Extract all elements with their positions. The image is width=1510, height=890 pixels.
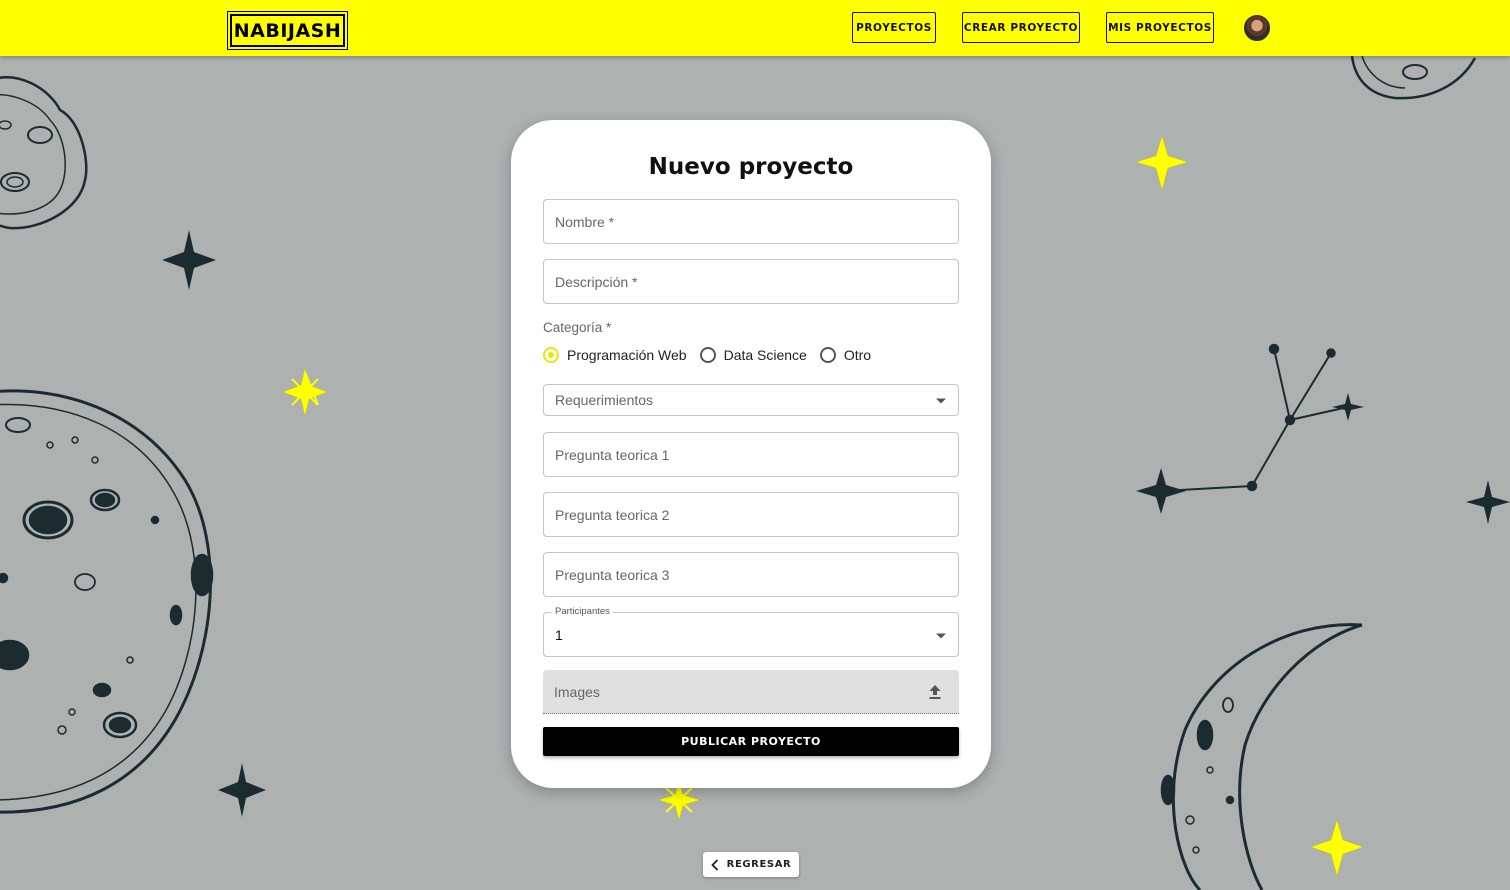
images-label: Images	[554, 683, 600, 700]
pregunta-teorica-2-field[interactable]: Pregunta teorica 2	[543, 492, 959, 537]
asteroid-top-right	[1350, 55, 1477, 100]
pregunta-3-placeholder: Pregunta teorica 3	[555, 566, 670, 583]
regresar-label: REGRESAR	[726, 859, 792, 870]
nombre-field[interactable]: Nombre *	[543, 199, 959, 244]
radio-label: Otro	[843, 347, 872, 363]
dark-star-5	[1466, 480, 1510, 524]
radio-data-science[interactable]: Data Science	[699, 347, 807, 363]
dark-star-3	[1136, 468, 1186, 514]
radio-label: Programación Web	[567, 347, 687, 363]
categoria-radio-group: Programación Web Data Science Otro	[543, 345, 884, 365]
chevron-left-icon	[710, 858, 718, 871]
moon-left	[0, 389, 212, 814]
radio-unchecked-icon	[819, 347, 836, 363]
logo[interactable]: NABIJASH	[227, 11, 348, 50]
dropdown-arrow-icon	[936, 398, 946, 404]
radio-otro[interactable]: Otro	[819, 347, 872, 363]
images-upload-field[interactable]: Images	[543, 670, 959, 714]
upload-icon[interactable]	[928, 684, 942, 700]
dark-star-2	[218, 763, 266, 817]
radio-programacion-web[interactable]: Programación Web	[543, 347, 687, 363]
nav-proyectos-button[interactable]: PROYECTOS	[852, 12, 936, 43]
asteroid-top-left	[0, 76, 88, 230]
nombre-placeholder: Nombre *	[555, 213, 615, 230]
nav-crear-proyecto-button[interactable]: CREAR PROYECTO	[962, 12, 1080, 43]
regresar-button[interactable]: REGRESAR	[703, 852, 799, 877]
constellation	[1161, 348, 1349, 492]
participantes-value: 1	[555, 626, 563, 643]
dark-star-1	[162, 230, 216, 290]
page-title: Nuevo proyecto	[648, 154, 854, 180]
top-navbar: NABIJASH PROYECTOS CREAR PROYECTO MIS PR…	[0, 0, 1510, 56]
user-avatar[interactable]	[1244, 15, 1270, 41]
descripcion-placeholder: Descripción *	[555, 273, 638, 290]
dropdown-arrow-icon	[936, 633, 946, 638]
publicar-proyecto-button[interactable]: PUBLICAR PROYECTO	[543, 727, 959, 756]
yellow-star-2	[1310, 819, 1364, 877]
radio-unchecked-icon	[699, 347, 716, 363]
new-project-card: Nuevo proyecto Nombre * Descripción * Ca…	[511, 120, 991, 788]
requerimientos-select[interactable]: Requerimientos	[543, 384, 959, 416]
nav-mis-proyectos-button[interactable]: MIS PROYECTOS	[1106, 12, 1214, 43]
participantes-select[interactable]: Participantes 1	[543, 606, 959, 657]
dark-star-4	[1332, 393, 1364, 421]
yellow-star-1	[1135, 135, 1189, 191]
pregunta-1-placeholder: Pregunta teorica 1	[555, 446, 670, 463]
pregunta-2-placeholder: Pregunta teorica 2	[555, 506, 670, 523]
descripcion-field[interactable]: Descripción *	[543, 259, 959, 304]
pregunta-teorica-1-field[interactable]: Pregunta teorica 1	[543, 432, 959, 477]
radio-checked-icon	[543, 347, 559, 363]
radio-label: Data Science	[723, 347, 807, 363]
pregunta-teorica-3-field[interactable]: Pregunta teorica 3	[543, 552, 959, 597]
requerimientos-placeholder: Requerimientos	[555, 392, 654, 408]
categoria-label: Categoría *	[543, 320, 612, 335]
participantes-label: Participantes	[552, 606, 613, 617]
